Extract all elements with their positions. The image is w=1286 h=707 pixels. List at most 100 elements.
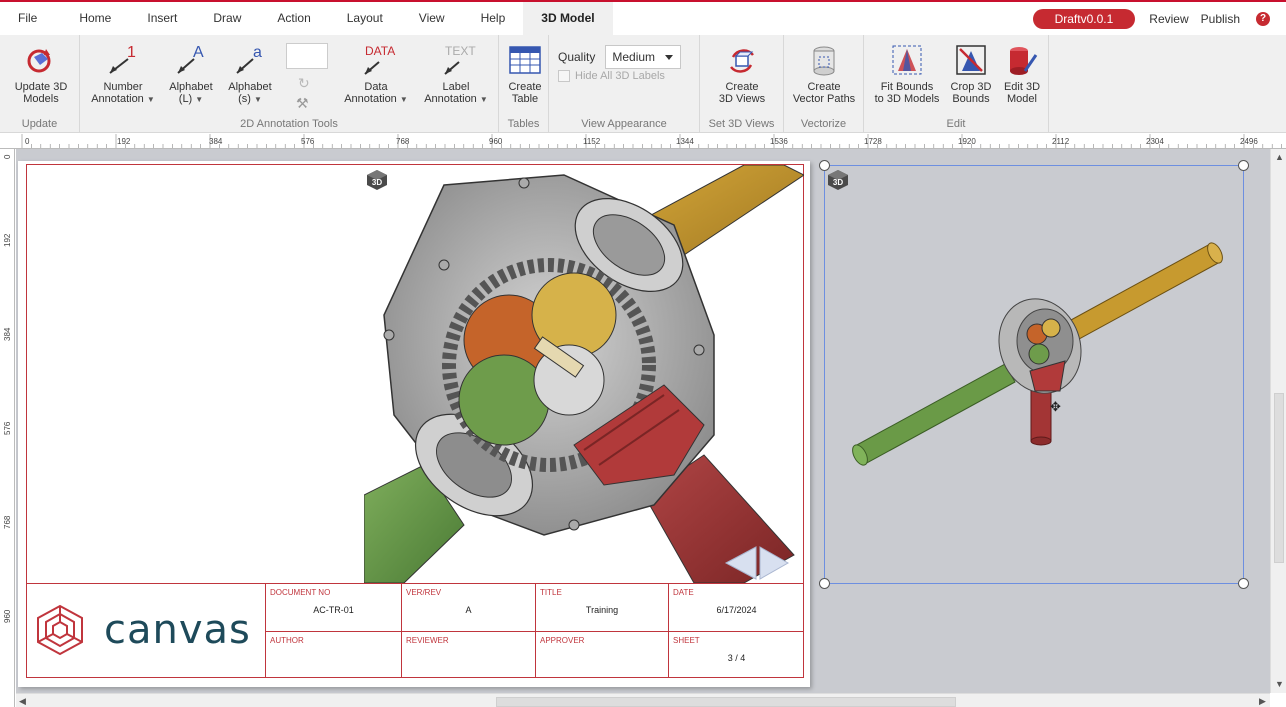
- sheet-value[interactable]: 3 / 4: [669, 653, 804, 663]
- canvas-logo-text: canvas: [104, 607, 251, 653]
- scroll-down-icon[interactable]: ▼: [1275, 679, 1284, 689]
- hide-3d-labels-checkbox[interactable]: [558, 70, 570, 82]
- menu-layout[interactable]: Layout: [329, 2, 401, 35]
- group-label-tables: Tables: [507, 118, 540, 130]
- create-vector-paths-button[interactable]: Create Vector Paths: [792, 43, 856, 105]
- selection-bounds[interactable]: [824, 165, 1244, 584]
- group-edit: Fit Bounds to 3D Models Crop 3D Bounds E…: [864, 35, 1049, 133]
- ruler-tick-label: 960: [489, 137, 503, 146]
- svg-text:DATA: DATA: [365, 44, 395, 58]
- ruler-tick-label: 1152: [583, 137, 601, 146]
- ruler-tick-label: 1920: [958, 137, 976, 146]
- vector-paths-icon: [807, 43, 841, 77]
- edit-3d-model-icon: [1005, 43, 1039, 77]
- chevron-down-icon: ▼: [479, 95, 488, 104]
- data-annotation-button[interactable]: DATA Data Annotation ▼: [342, 43, 410, 106]
- crop-bounds-icon: [954, 43, 988, 77]
- menu-right: Draftv0.0.1 Review Publish ?: [1032, 2, 1286, 35]
- wrench-icon[interactable]: ⚒: [296, 95, 309, 112]
- quality-label: Quality: [558, 50, 596, 64]
- sheet-cell: SHEET 3 / 4: [668, 631, 804, 678]
- chevron-down-icon: ▼: [146, 95, 155, 104]
- menu-view[interactable]: View: [401, 2, 463, 35]
- ribbon: Update 3D Models Update 1 Number Annotat…: [0, 35, 1286, 133]
- group-update: Update 3D Models Update: [0, 35, 80, 133]
- ruler-tick-label: 1728: [864, 137, 882, 146]
- chevron-down-icon: ▼: [399, 95, 408, 104]
- ruler-tick-label: 576: [301, 137, 315, 146]
- menu-insert[interactable]: Insert: [129, 2, 195, 35]
- ruler-tick-label: 2304: [1146, 137, 1164, 146]
- date-cell: DATE 6/17/2024: [668, 584, 804, 631]
- group-label-set-3d-views: Set 3D Views: [708, 118, 775, 130]
- scroll-up-icon[interactable]: ▲: [1275, 152, 1284, 162]
- group-label-view-appearance: View Appearance: [581, 118, 667, 130]
- chevron-down-icon: ▼: [195, 95, 204, 104]
- vertical-ruler: 0 192 384 576 768 960: [0, 149, 15, 707]
- menu-home[interactable]: Home: [61, 2, 129, 35]
- create-3d-views-icon: [725, 43, 759, 77]
- chevron-down-icon: ▼: [253, 95, 262, 104]
- svg-text:A: A: [193, 44, 204, 61]
- ver-rev-value[interactable]: A: [402, 605, 535, 615]
- create-table-button[interactable]: Create Table: [505, 43, 545, 105]
- scroll-right-icon[interactable]: ▶: [1259, 696, 1266, 707]
- scroll-left-icon[interactable]: ◀: [19, 696, 26, 707]
- group-set-3d-views: Create 3D Views Set 3D Views: [700, 35, 784, 133]
- number-annotation-button[interactable]: 1 Number Annotation ▼: [88, 43, 158, 106]
- alphabet-s-button[interactable]: a Alphabet (s) ▼: [224, 43, 276, 106]
- ruler-tick-label: 0: [3, 154, 12, 159]
- quality-select[interactable]: Medium: [605, 45, 682, 69]
- svg-text:1: 1: [127, 44, 136, 61]
- review-link[interactable]: Review: [1149, 12, 1188, 26]
- alphabet-l-button[interactable]: A Alphabet (L) ▼: [166, 43, 216, 106]
- resize-handle-bottom-right[interactable]: [1238, 578, 1249, 589]
- fit-bounds-button[interactable]: Fit Bounds to 3D Models: [872, 43, 942, 105]
- menu-file[interactable]: File: [0, 2, 61, 35]
- ruler-tick-label: 192: [3, 233, 12, 247]
- document-no-value[interactable]: AC-TR-01: [266, 605, 401, 615]
- ruler-tick-label: 192: [117, 137, 131, 146]
- menu-action[interactable]: Action: [259, 2, 328, 35]
- menu-draw[interactable]: Draw: [195, 2, 259, 35]
- menu-bar: File Home Insert Draw Action Layout View…: [0, 2, 1286, 35]
- title-value[interactable]: Training: [536, 605, 668, 615]
- ruler-tick-label: 1344: [676, 137, 694, 146]
- horizontal-ruler: 0 192 384 576 768 960 1152 1344 1536 172…: [0, 134, 1286, 149]
- ruler-tick-label: 768: [396, 137, 410, 146]
- vertical-scroll-thumb[interactable]: [1274, 393, 1284, 563]
- edit-3d-model-button[interactable]: Edit 3D Model: [1000, 43, 1044, 105]
- app-window: File Home Insert Draw Action Layout View…: [0, 0, 1286, 707]
- ruler-tick-label: 384: [3, 327, 12, 341]
- redo-icon[interactable]: ↻: [298, 75, 310, 92]
- update-3d-models-button[interactable]: Update 3D Models: [10, 43, 72, 105]
- ruler-tick-label: 384: [209, 137, 223, 146]
- hide-3d-labels-label: Hide All 3D Labels: [575, 70, 665, 82]
- draft-version-badge[interactable]: Draftv0.0.1: [1032, 8, 1136, 29]
- annotation-preview-box[interactable]: [286, 43, 328, 69]
- 3d-model-view-main[interactable]: [364, 165, 804, 583]
- author-cell: AUTHOR: [265, 631, 401, 678]
- 3d-view-badge[interactable]: 3D: [366, 169, 388, 191]
- ruler-ticks: [21, 134, 1282, 148]
- table-icon: [508, 43, 542, 77]
- publish-link[interactable]: Publish: [1201, 12, 1240, 26]
- horizontal-scroll-thumb[interactable]: [496, 697, 956, 707]
- document-no-cell: DOCUMENT NO AC-TR-01: [265, 584, 401, 631]
- date-value[interactable]: 6/17/2024: [669, 605, 804, 615]
- alphabet-l-icon: A: [174, 43, 208, 77]
- crop-3d-bounds-button[interactable]: Crop 3D Bounds: [948, 43, 994, 105]
- number-annotation-icon: 1: [106, 43, 140, 77]
- horizontal-scrollbar[interactable]: ◀ ▶: [16, 693, 1270, 707]
- menu-3d-model[interactable]: 3D Model: [523, 2, 613, 35]
- resize-handle-top-left[interactable]: [819, 160, 830, 171]
- title-cell: TITLE Training: [535, 584, 668, 631]
- data-annotation-icon: DATA: [359, 43, 395, 77]
- create-3d-views-button[interactable]: Create 3D Views: [716, 43, 768, 105]
- vertical-scrollbar[interactable]: ▲ ▼: [1270, 149, 1286, 693]
- help-icon[interactable]: ?: [1256, 11, 1270, 26]
- label-annotation-button[interactable]: TEXT Label Annotation ▼: [422, 43, 490, 106]
- resize-handle-bottom-left[interactable]: [819, 578, 830, 589]
- resize-handle-top-right[interactable]: [1238, 160, 1249, 171]
- menu-help[interactable]: Help: [463, 2, 524, 35]
